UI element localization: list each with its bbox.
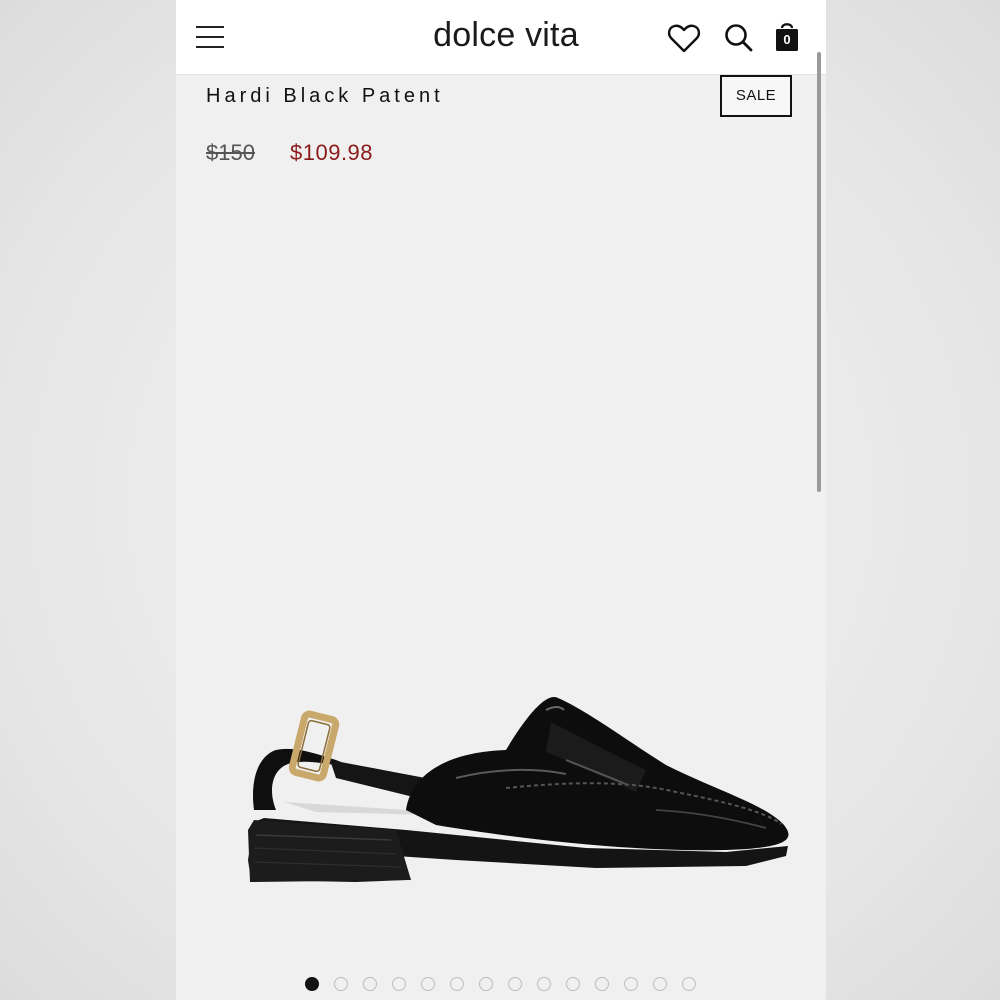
carousel-dot[interactable] [392, 977, 406, 991]
carousel-dot[interactable] [363, 977, 377, 991]
carousel-dot[interactable] [421, 977, 435, 991]
product-image[interactable] [206, 660, 796, 900]
scrollbar[interactable] [817, 52, 821, 492]
carousel-dot[interactable] [479, 977, 493, 991]
hamburger-menu-icon[interactable] [194, 22, 226, 52]
carousel-dot[interactable] [450, 977, 464, 991]
carousel-dot[interactable] [305, 977, 319, 991]
bag-count-badge: 0 [783, 32, 791, 47]
image-carousel-dots [305, 977, 705, 993]
carousel-dot[interactable] [537, 977, 551, 991]
carousel-dot[interactable] [653, 977, 667, 991]
carousel-dot[interactable] [334, 977, 348, 991]
site-header: dolce vita 0 [176, 0, 826, 75]
carousel-dot[interactable] [624, 977, 638, 991]
sale-price: $109.98 [290, 140, 374, 165]
carousel-dot[interactable] [595, 977, 609, 991]
original-price: $150 [206, 140, 255, 165]
product-page: dolce vita 0 Hardi Black Patent SALE $15… [176, 0, 826, 1000]
carousel-dot[interactable] [508, 977, 522, 991]
carousel-dot[interactable] [566, 977, 580, 991]
product-title: Hardi Black Patent [206, 85, 444, 107]
carousel-dot[interactable] [682, 977, 696, 991]
shopping-bag-icon[interactable]: 0 [773, 20, 809, 56]
heart-icon[interactable] [666, 20, 702, 56]
brand-logo[interactable]: dolce vita [396, 16, 616, 55]
search-icon[interactable] [721, 20, 757, 56]
sale-badge: SALE [720, 75, 792, 117]
